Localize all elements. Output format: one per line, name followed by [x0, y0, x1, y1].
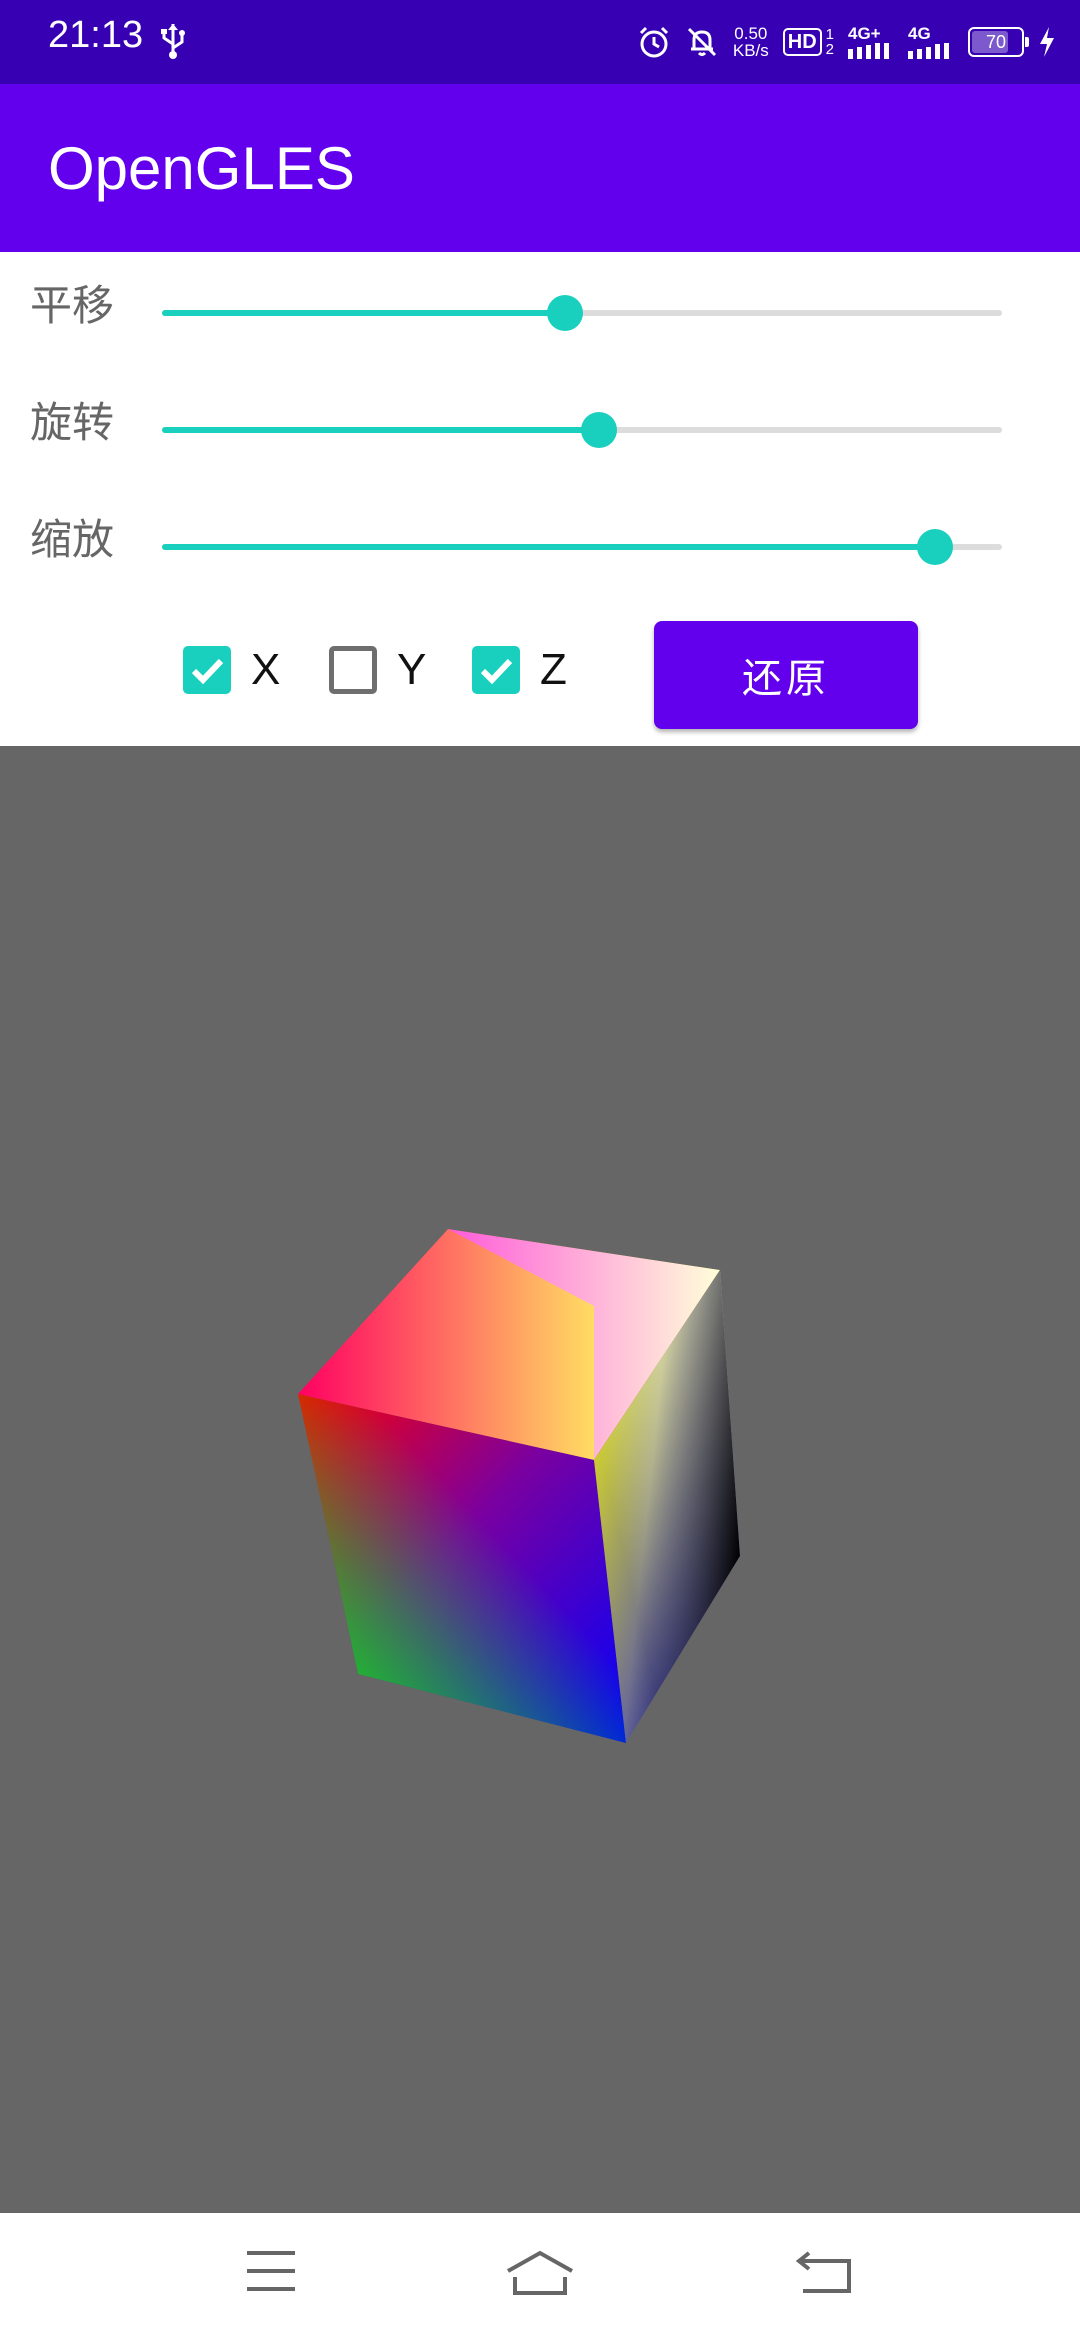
battery-icon: 70	[968, 27, 1029, 57]
scale-row: 缩放	[0, 486, 1080, 603]
slider-thumb[interactable]	[916, 529, 953, 565]
slider-fill	[162, 310, 566, 316]
translate-row: 平移	[0, 252, 1080, 369]
slider-thumb[interactable]	[580, 412, 617, 448]
checkbox-x[interactable]: X	[183, 640, 280, 700]
alarm-icon	[639, 26, 668, 58]
usb-icon	[161, 24, 185, 59]
checkbox-z-label: Z	[540, 645, 567, 694]
rotate-label: 旋转	[30, 398, 115, 447]
checkbox-z[interactable]: Z	[472, 640, 567, 700]
sim-sub-1: 1	[825, 26, 834, 43]
sim-sub-2: 2	[825, 41, 834, 58]
menu-icon[interactable]	[245, 2249, 297, 2293]
checkbox-y-label: Y	[397, 645, 427, 694]
color-cube	[298, 1229, 740, 1743]
rotate-slider[interactable]	[162, 412, 1002, 448]
app-bar: OpenGLES	[0, 84, 1080, 252]
network-1-label: 4G+	[848, 24, 881, 43]
checkbox-x-label: X	[251, 645, 281, 694]
translate-label: 平移	[30, 281, 115, 330]
scale-slider[interactable]	[162, 529, 1002, 565]
gl-surface-view[interactable]	[0, 746, 1080, 2213]
navigation-bar	[0, 2213, 1080, 2340]
net-speed-value: 0.50	[734, 24, 768, 43]
translate-slider[interactable]	[162, 295, 1002, 331]
slider-fill	[162, 544, 935, 550]
status-time: 21:13	[48, 14, 144, 56]
signal-icon	[848, 43, 889, 59]
net-speed: 0.50 KB/s	[733, 25, 769, 59]
rotate-row: 旋转	[0, 369, 1080, 486]
reset-button[interactable]: 还原	[654, 621, 918, 729]
status-bar: 21:13 0.50 KB/s HD 1 2 4G+ 4G 70	[0, 0, 1080, 84]
mute-icon	[687, 27, 716, 57]
app-title: OpenGLES	[48, 135, 355, 202]
battery-level: 70	[985, 31, 1007, 52]
network-2: 4G	[908, 25, 954, 59]
checkbox-x-box[interactable]	[183, 646, 231, 694]
slider-fill	[162, 427, 599, 433]
back-icon[interactable]	[795, 2249, 853, 2295]
signal-icon	[908, 43, 949, 59]
scale-label: 缩放	[30, 515, 115, 564]
slider-thumb[interactable]	[547, 295, 584, 331]
charging-icon	[1040, 27, 1054, 57]
network-1: 4G+	[848, 25, 894, 59]
hd-badge: HD	[782, 28, 822, 56]
checkbox-y-box[interactable]	[329, 646, 377, 694]
home-icon[interactable]	[505, 2249, 575, 2299]
net-speed-unit: KB/s	[732, 41, 769, 60]
checkbox-z-box[interactable]	[472, 646, 520, 694]
check-icon	[191, 658, 224, 685]
checkbox-y[interactable]: Y	[329, 640, 426, 700]
check-icon	[480, 658, 513, 685]
sim-indicator: 1 2	[826, 27, 834, 57]
network-2-label: 4G	[908, 24, 931, 43]
